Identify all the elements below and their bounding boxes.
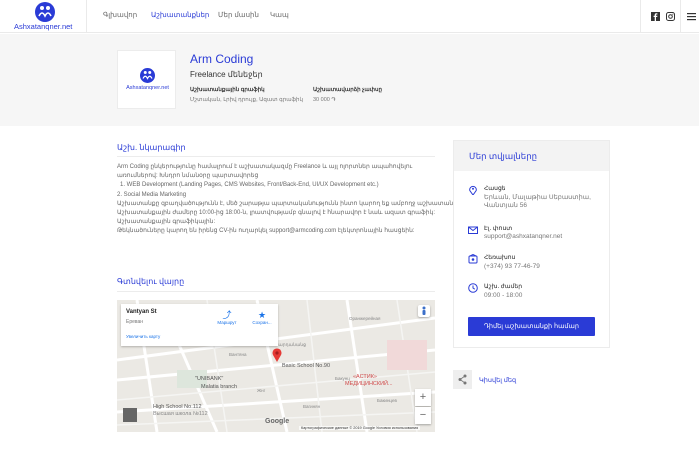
- map-pin-icon[interactable]: [272, 348, 282, 362]
- clock-icon: [468, 283, 478, 293]
- schedule-value: Մշտական, Լրիվ դրույք, Ազատ գրաֆիկ: [190, 97, 303, 103]
- location-divider: [117, 291, 435, 292]
- company-logo-icon: [140, 68, 155, 83]
- bigger-map-link[interactable]: Увеличить карту: [126, 334, 160, 339]
- description-line: 1. WEB Development (Landing Pages, CMS W…: [120, 182, 379, 189]
- nav-item-home[interactable]: Գլխավոր: [103, 11, 137, 19]
- logo-text: Ashxatanqner.net: [14, 22, 73, 31]
- description-line: 2. Social Media Marketing: [117, 191, 187, 198]
- location-map[interactable]: Վարդանանց Бакунц Оранжерейная Вантяна Ва…: [117, 300, 435, 432]
- poi-label[interactable]: High School No.112: [153, 404, 202, 410]
- street-label: Вагинян: [303, 404, 321, 409]
- description-line: Arm Coding ընկերությունը համալրում է աշխ…: [117, 164, 413, 170]
- salary-label: Աշխատավարձի չափսը: [313, 87, 383, 93]
- location-pin-icon: [468, 185, 478, 196]
- share-label: Կիսվել մեզ: [479, 377, 517, 384]
- poi-label[interactable]: Высшая школа №112: [153, 411, 208, 417]
- nav-divider: [86, 0, 87, 33]
- header-divider: [680, 0, 681, 33]
- star-icon: ★: [257, 310, 267, 320]
- share-icon: [453, 370, 472, 389]
- nav-item-about[interactable]: Մեր մասին: [218, 11, 259, 19]
- hours-label: Աշխ. ժամեր: [484, 284, 523, 290]
- job-title: Arm Coding: [190, 52, 254, 66]
- map-zoom-out-button[interactable]: −: [415, 407, 431, 424]
- map-zoom-in-button[interactable]: +: [415, 389, 431, 406]
- description-line: առումներով: Խնդրո նմանօրը պարտավորեց: [117, 173, 259, 180]
- street-label: Оранжерейная: [349, 316, 381, 321]
- job-subtitle: Freelance մենեջեր: [190, 70, 263, 79]
- directions-label: Маршрут: [217, 320, 237, 325]
- hamburger-menu-icon[interactable]: [687, 12, 696, 21]
- qr-code-icon: [123, 408, 137, 422]
- email-label: Էլ. փոստ: [484, 226, 513, 232]
- sidebar-title: Մեր տվյալները: [469, 151, 537, 161]
- poi-label[interactable]: "UNIBANK": [195, 376, 223, 382]
- email-value[interactable]: support@ashxatanqner.net: [484, 233, 562, 242]
- instagram-icon[interactable]: [666, 12, 675, 21]
- email-icon: [468, 225, 478, 235]
- google-logo: Google: [265, 418, 290, 425]
- schedule-label: Աշխատանքային գրաֆիկ: [190, 87, 265, 93]
- contact-sidebar: Մեր տվյալները Հասցե Երևան, Մալաթիա Սեբաս…: [453, 140, 610, 348]
- job-description: Arm Coding ընկերությունը համալրում է աշխ…: [117, 163, 459, 237]
- job-hero: Ashxatanqner.net Arm Coding Freelance մե…: [0, 34, 699, 126]
- phone-value[interactable]: (+374) 93 77-46-79: [484, 263, 540, 272]
- poi-label[interactable]: «АСТИК»: [353, 374, 377, 380]
- description-title: Աշխ. նկարագիր: [117, 143, 186, 152]
- logo-people-icon: [35, 2, 55, 22]
- phone-label: Հեռախոս: [484, 255, 516, 261]
- description-divider: [117, 156, 435, 157]
- street-label: Бакинцев: [377, 398, 397, 403]
- save-place-button[interactable]: ★ Сохран...: [248, 310, 276, 325]
- share-button[interactable]: Կիսվել մեզ: [453, 370, 543, 389]
- hours-value: 09:00 - 18:00: [484, 292, 523, 299]
- street-label: Жнг: [257, 388, 266, 393]
- address-value: Վանտյան 56: [484, 202, 527, 209]
- company-logo: Ashxatanqner.net: [117, 50, 176, 109]
- street-view-pegman-icon[interactable]: [418, 305, 430, 317]
- poi-label[interactable]: МЕДИЦИНСКИЙ...: [345, 381, 393, 387]
- company-logo-text: Ashxatanqner.net: [126, 85, 169, 91]
- street-label: Вантяна: [229, 352, 247, 357]
- description-line: Աշխատանքային ժամերը 10:00-ից 18:00-ն, լր…: [117, 210, 436, 217]
- nav-item-jobs[interactable]: Աշխատանքներ: [151, 11, 209, 19]
- poi-label[interactable]: Malatia branch: [201, 384, 237, 390]
- top-header: Ashxatanqner.net Գլխավոր Աշխատանքներ Մեր…: [0, 0, 699, 33]
- map-place-card: Vantyan St Ереван Увеличить карту ⤴ Марш…: [121, 304, 278, 346]
- save-place-label: Сохран...: [252, 320, 272, 325]
- map-place-name: Vantyan St: [126, 309, 157, 315]
- directions-icon: ⤴: [222, 310, 232, 320]
- poi-label[interactable]: Basic School No.90: [282, 363, 330, 369]
- header-divider: [640, 0, 641, 33]
- description-line: Աշխատանքային գրաֆիկային:: [117, 219, 216, 226]
- salary-value: 30 000 ֏: [313, 97, 336, 103]
- phone-icon: [468, 253, 478, 264]
- description-line: Թեկնածուները կարող են իրենց CV-ին ուղարկ…: [117, 228, 415, 235]
- address-label: Հասցե: [484, 186, 506, 192]
- nav-item-contact[interactable]: Կապ: [270, 11, 289, 19]
- description-line: Աշխատանքը զբաղվածությունն է, մեծ շարաթյա…: [117, 200, 459, 207]
- directions-button[interactable]: ⤴ Маршрут: [213, 310, 241, 325]
- site-logo[interactable]: Ashxatanqner.net: [14, 2, 74, 31]
- location-title: Գտնվելու վայրը: [117, 277, 185, 286]
- map-place-city: Ереван: [126, 319, 144, 325]
- sidebar-header: Մեր տվյալները: [454, 141, 609, 171]
- map-terms[interactable]: Картографические данные © 2019 Google Ус…: [299, 426, 421, 430]
- facebook-icon[interactable]: [651, 12, 660, 21]
- apply-button[interactable]: Դիմել աշխատանքի համար: [468, 317, 595, 336]
